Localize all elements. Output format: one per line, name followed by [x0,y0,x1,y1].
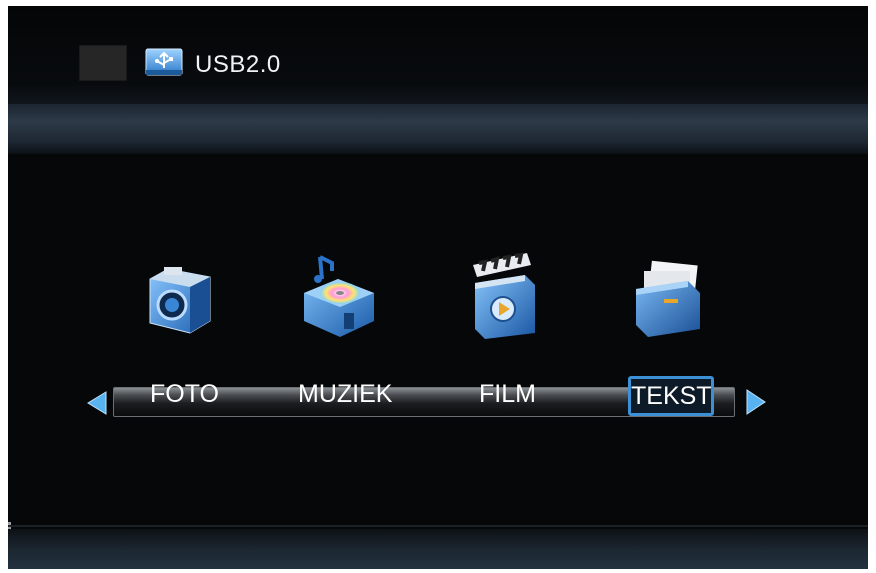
menu-item-tekst-selected[interactable]: TEKST [628,376,714,416]
arrow-right-icon[interactable] [745,388,767,416]
header: USB2.0 [8,6,868,104]
blank-thumbnail [79,45,127,81]
footer-bar [8,529,868,569]
menu-item-film[interactable]: FILM [479,380,536,409]
header-band [8,104,868,154]
usb-drive-icon [145,48,183,76]
tv-screen: USB2.0 FOTO MUZIEK FILM TEKST [8,6,868,569]
photo-camera-icon[interactable] [138,249,218,339]
music-box-icon[interactable] [298,249,378,339]
source-label: USB2.0 [195,51,281,78]
film-clapper-icon[interactable] [465,249,545,339]
arrow-left-icon[interactable] [86,390,108,416]
menu-item-foto[interactable]: FOTO [150,380,219,409]
menu-item-muziek[interactable]: MUZIEK [298,380,392,409]
divider [8,525,868,527]
text-folder-icon[interactable] [628,249,708,339]
